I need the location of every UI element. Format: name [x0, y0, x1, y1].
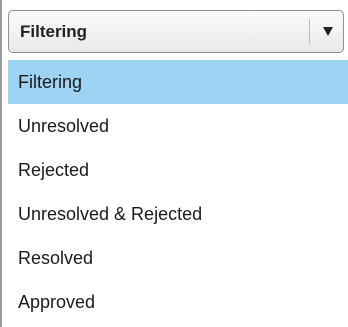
panel-left-border — [0, 0, 2, 327]
option-filtering[interactable]: Filtering — [8, 60, 348, 104]
select-divider — [309, 19, 310, 44]
option-rejected[interactable]: Rejected — [8, 148, 348, 192]
filter-select[interactable]: Filtering — [8, 10, 344, 53]
triangle-down-icon[interactable] — [323, 27, 333, 36]
option-approved[interactable]: Approved — [8, 280, 348, 324]
option-unresolved[interactable]: Unresolved — [8, 104, 348, 148]
option-resolved[interactable]: Resolved — [8, 236, 348, 280]
filter-select-value: Filtering — [20, 22, 88, 41]
filter-options-list: Filtering Unresolved Rejected Unresolved… — [8, 60, 348, 324]
option-unresolved-and-rejected[interactable]: Unresolved & Rejected — [8, 192, 348, 236]
filter-dropdown: Filtering Filtering Unresolved Rejected … — [0, 0, 348, 327]
